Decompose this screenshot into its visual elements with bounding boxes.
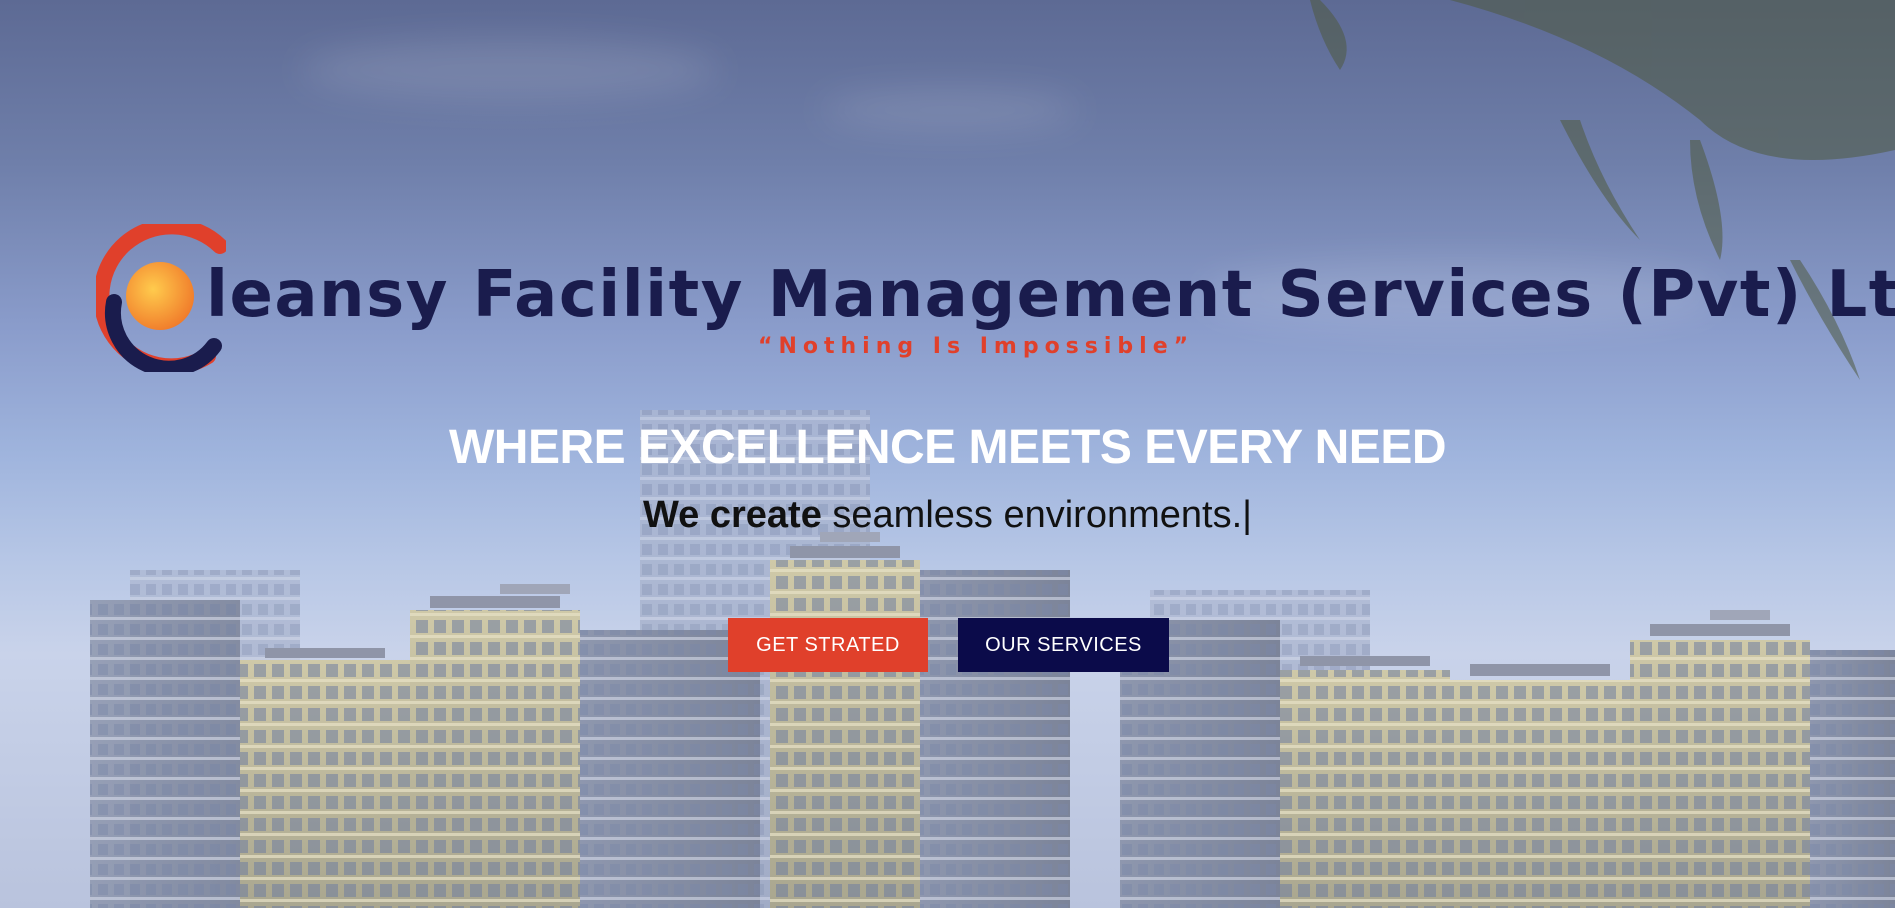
company-tagline: “Nothing Is Impossible” — [758, 334, 1195, 359]
company-name: leansy Facility Management Services (Pvt… — [206, 258, 1895, 332]
company-logo[interactable]: leansy Facility Management Services (Pvt… — [96, 224, 1895, 374]
subheadline-strong: We create — [642, 494, 822, 536]
subheadline-typed-text: seamless environments. — [821, 494, 1243, 536]
get-started-button[interactable]: GET STRATED — [728, 618, 928, 672]
hero-section: leansy Facility Management Services (Pvt… — [0, 0, 1895, 908]
hero-headline: WHERE EXCELLENCE MEETS EVERY NEED — [448, 421, 1447, 474]
our-services-button[interactable]: OUR SERVICES — [958, 618, 1169, 672]
typing-cursor: | — [1242, 494, 1253, 536]
hero-subheadline: We create seamless environments.| — [0, 494, 1895, 537]
